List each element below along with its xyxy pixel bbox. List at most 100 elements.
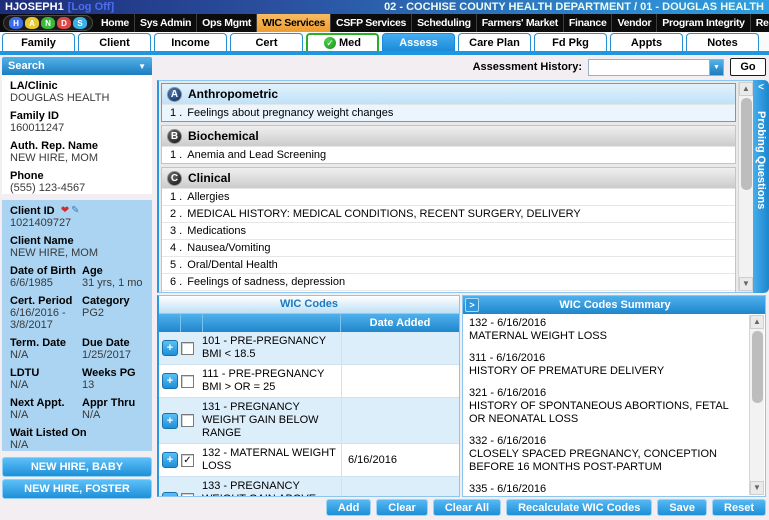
field-value: N/A [10, 379, 29, 392]
scroll-down-icon[interactable]: ▼ [750, 481, 764, 495]
tab-cert[interactable]: Cert [230, 33, 303, 51]
menu-item-wic-services[interactable]: WIC Services [257, 14, 332, 32]
wic-code-row: +111 - PRE-PREGNANCY BMI > OR = 25 [159, 365, 459, 398]
summary-scrollbar[interactable]: ▲ ▼ [749, 315, 764, 495]
menu-item-scheduling[interactable]: Scheduling [412, 14, 477, 32]
assessment-question[interactable]: 6 . Feelings of sadness, depression [162, 273, 735, 290]
go-button[interactable]: Go [730, 58, 766, 76]
code-checkbox[interactable] [181, 493, 194, 496]
scroll-down-icon[interactable]: ▼ [739, 277, 753, 291]
wic-summary-entries: 132 - 6/16/2016 MATERNAL WEIGHT LOSS 311 -… [469, 317, 745, 496]
menu-item-sys-admin[interactable]: Sys Admin [135, 14, 198, 32]
collapse-left-icon[interactable]: < [758, 80, 764, 95]
code-label: 133 - PREGNANCY WEIGHT GAIN ABOVE RANGE [202, 480, 316, 496]
section-header[interactable]: C Clinical [162, 168, 735, 188]
save-button[interactable]: Save [657, 499, 708, 516]
assessment-history-label: Assessment History: [472, 61, 582, 73]
wic-code-row: +131 - PREGNANCY WEIGHT GAIN BELOW RANGE [159, 398, 459, 444]
tab-family[interactable]: Family [2, 33, 75, 51]
assessment-question[interactable]: 1 . Allergies [162, 188, 735, 205]
code-label: 131 - PREGNANCY WEIGHT GAIN BELOW RANGE [202, 401, 319, 439]
tab-fd-pkg[interactable]: Fd Pkg [534, 33, 607, 51]
clear-button[interactable]: Clear [376, 499, 428, 516]
tab-notes[interactable]: Notes [686, 33, 759, 51]
hand-letter-icon: S [73, 17, 87, 29]
tab-assess[interactable]: Assess [382, 33, 455, 51]
menu-item-home[interactable]: Home [96, 14, 135, 32]
tab-client[interactable]: Client [78, 33, 151, 51]
menu-item-farmers-market[interactable]: Farmers' Market [477, 14, 564, 32]
sidebar-info-section: LA/Clinic DOUGLAS HEALTH Family ID 16001124… [2, 75, 152, 194]
clear-all-button[interactable]: Clear All [432, 499, 502, 516]
tab-appts[interactable]: Appts [610, 33, 683, 51]
wic-summary-title: WIC Codes Summary [559, 299, 671, 311]
menu-item-vendor[interactable]: Vendor [612, 14, 658, 32]
add-code-button[interactable]: + [162, 412, 178, 429]
scroll-up-icon[interactable]: ▲ [750, 315, 764, 329]
menu-item-csfp-services[interactable]: CSFP Services [331, 14, 413, 32]
reset-button[interactable]: Reset [712, 499, 766, 516]
log-off-link[interactable]: [Log Off] [68, 1, 114, 14]
code-checkbox[interactable] [181, 414, 194, 427]
search-panel-header[interactable]: Search ▼ [2, 57, 152, 75]
assessment-history-dropdown[interactable]: ▼ [588, 58, 724, 76]
tab-med[interactable]: ✓ Med [306, 33, 379, 51]
location-title: 02 - COCHISE COUNTY HEALTH DEPARTMENT / … [384, 0, 764, 13]
code-checkbox[interactable] [181, 374, 194, 388]
expand-right-icon[interactable]: > [465, 298, 479, 312]
assessment-question[interactable]: 3 . Medications [162, 222, 735, 239]
add-code-button[interactable]: + [162, 340, 178, 356]
green-check-icon: ✓ [324, 37, 336, 49]
medical-heart-icon: ❤ [60, 205, 70, 217]
recalculate-wic-codes-button[interactable]: Recalculate WIC Codes [506, 499, 653, 516]
family-member-button-new-hire-foster[interactable]: NEW HIRE, FOSTER [2, 479, 152, 500]
assessment-question[interactable]: 1 . Anemia and Lead Screening [162, 146, 735, 163]
tab-care-plan[interactable]: Care Plan [458, 33, 531, 51]
menu-item-finance[interactable]: Finance [564, 14, 613, 32]
code-label: 101 - PRE-PREGNANCY BMI < 18.5 [202, 335, 326, 360]
assessment-history-row: Assessment History: ▼ Go [157, 57, 766, 77]
code-checkbox[interactable] [181, 341, 194, 355]
add-code-button[interactable]: + [162, 452, 178, 468]
sidebar-field-phone: Phone (555) 123-4567 [10, 170, 144, 194]
question-text: Anemia and Lead Screening [187, 149, 327, 161]
field-value: 1/25/2017 [82, 349, 131, 362]
menu-item-ops-mgmt[interactable]: Ops Mgmt [197, 14, 258, 32]
assessment-question[interactable]: 5 . Oral/Dental Health [162, 256, 735, 273]
section-header[interactable]: B Biochemical [162, 126, 735, 146]
edit-pencil-icon[interactable]: ✎ [71, 205, 79, 217]
add-code-button[interactable]: + [162, 491, 178, 496]
add-code-button[interactable]: + [162, 373, 178, 389]
summary-description: CLOSELY SPACED PREGNANCY, CONCEPTION BEF… [469, 448, 717, 473]
scroll-up-icon[interactable]: ▲ [739, 82, 753, 96]
section-letter-icon: B [167, 128, 182, 144]
field-value: NEW HIRE, MOM [10, 152, 98, 164]
scrollbar-thumb[interactable] [752, 331, 763, 403]
family-member-button-new-hire-baby[interactable]: NEW HIRE, BABY [2, 457, 152, 478]
tab-income[interactable]: Income [154, 33, 227, 51]
assessment-question[interactable]: 4 . Nausea/Vomiting [162, 239, 735, 256]
field-value: PG2 [82, 307, 105, 320]
field-label: Due Date [82, 337, 130, 350]
assessment-question[interactable]: 1 . Feelings about pregnancy weight chan… [162, 104, 735, 121]
assessment-question[interactable]: 7 . Date prenatal care began [162, 290, 735, 292]
question-number: 6 . [170, 276, 186, 288]
field-label: Wait Listed On [10, 427, 87, 440]
assessment-section-anthropometric: A Anthropometric 1 . Feelings about pregna… [161, 83, 736, 122]
sidebar-field-la-clinic: LA/Clinic DOUGLAS HEALTH [10, 80, 144, 104]
probing-questions-tab[interactable]: < Probing Questions [753, 80, 769, 293]
scrollbar-thumb[interactable] [741, 98, 752, 190]
tab-underline-bar [0, 51, 769, 55]
summary-code-date: 335 - 6/16/2016 [469, 483, 547, 495]
menu-item-program-integrity[interactable]: Program Integrity [657, 14, 751, 32]
section-header[interactable]: A Anthropometric [162, 84, 735, 104]
code-checkbox[interactable]: ✓ [181, 453, 194, 467]
assessment-scrollbar[interactable]: ▲ ▼ [738, 82, 753, 291]
dropdown-arrow-icon[interactable]: ▼ [709, 59, 723, 75]
field-value: N/A [10, 409, 29, 422]
add-button[interactable]: Add [325, 499, 372, 516]
menu-item-reports[interactable]: Reports [751, 14, 769, 32]
field-label: Auth. Rep. Name [10, 140, 99, 152]
assessment-question[interactable]: 2 . MEDICAL HISTORY: MEDICAL CONDITIONS,… [162, 205, 735, 222]
tab-label: Income [171, 36, 210, 49]
